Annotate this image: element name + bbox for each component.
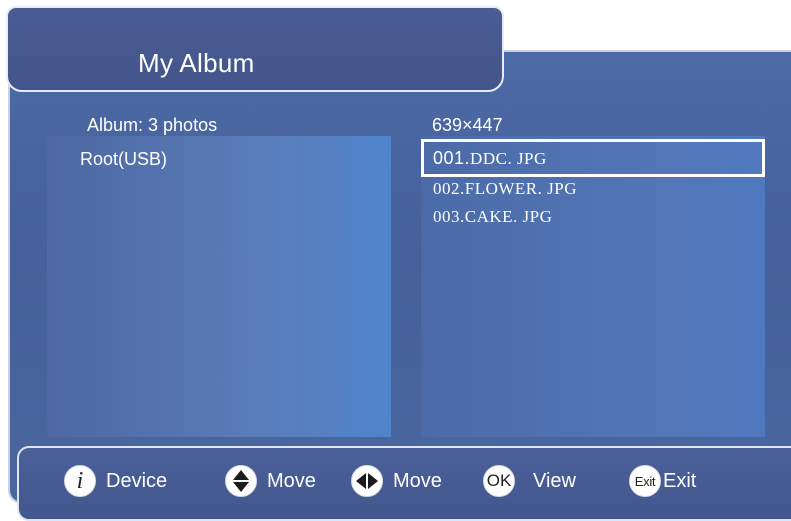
help-label-move-horizontal: Move [393, 469, 442, 492]
help-label-move-vertical: Move [267, 469, 316, 492]
file-name: DDC. JPG [470, 149, 547, 168]
file-list: 001.DDC. JPG 002.FLOWER. JPG 003.CAKE. J… [421, 136, 765, 437]
help-device[interactable]: i Device [64, 464, 167, 498]
help-exit[interactable]: Exit Exit [629, 464, 696, 498]
help-move-vertical[interactable]: Move [225, 464, 316, 498]
help-label-device: Device [106, 469, 168, 492]
left-right-arrow-icon [351, 465, 383, 497]
exit-icon: Exit [629, 465, 661, 497]
album-photo-count: Album: 3 photos [87, 115, 218, 135]
help-move-horizontal[interactable]: Move [351, 464, 442, 498]
image-resolution: 639×447 [432, 115, 503, 135]
help-label-exit: Exit [663, 469, 697, 492]
file-item-3[interactable]: 003.CAKE. JPG [421, 198, 765, 236]
file-number: 001. [433, 148, 471, 168]
help-view[interactable]: OK View [483, 464, 576, 498]
page-title: My Album [138, 48, 255, 78]
file-name: CAKE. JPG [464, 207, 553, 226]
file-name: FLOWER. JPG [464, 179, 577, 198]
ok-icon: OK [483, 465, 515, 497]
title-tab: My Album [6, 6, 504, 92]
source-list: Root(USB) [47, 136, 391, 437]
source-item-root-usb[interactable]: Root(USB) [80, 149, 167, 170]
help-bar: i Device Move Move OK View Exit Exit [17, 446, 791, 521]
file-number: 003. [433, 207, 465, 226]
file-number: 002. [433, 179, 465, 198]
info-icon: i [64, 465, 96, 497]
up-down-arrow-icon [225, 465, 257, 497]
help-label-view: View [533, 469, 576, 492]
